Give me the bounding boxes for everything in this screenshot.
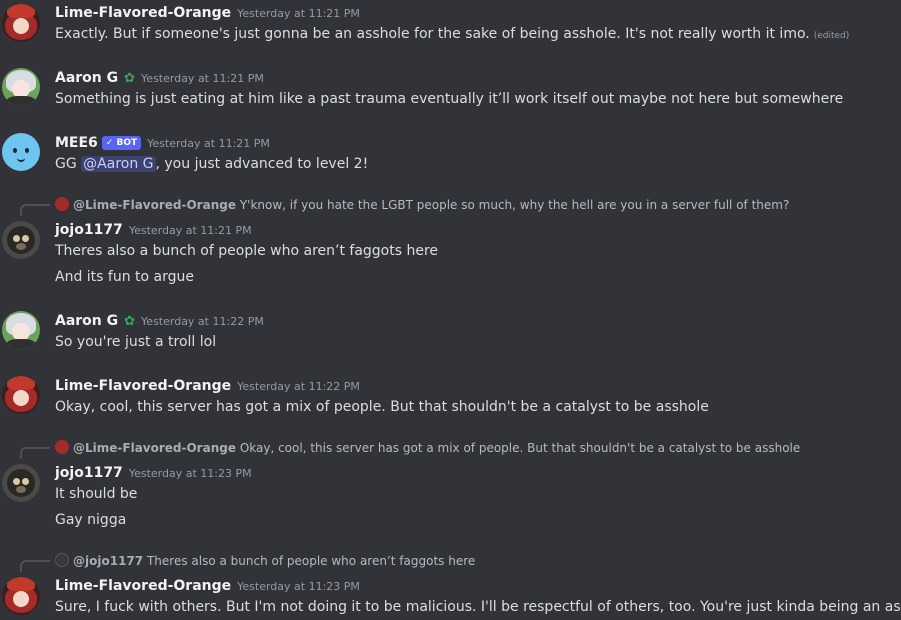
message-content: Gay nigga	[55, 512, 127, 528]
avatar[interactable]	[2, 221, 40, 259]
username[interactable]: jojo1177	[55, 222, 123, 238]
message-content: Something is just eating at him like a p…	[55, 91, 844, 107]
avatar[interactable]	[2, 311, 40, 349]
reply-preview[interactable]: @Lime-Flavored-Orange Y'know, if you hat…	[55, 197, 789, 213]
sprout-icon: ✿	[124, 71, 136, 86]
username[interactable]: MEE6	[55, 135, 98, 151]
username[interactable]: Aaron G	[55, 313, 118, 329]
avatar[interactable]	[2, 68, 40, 106]
timestamp: Yesterday at 11:21 PM	[141, 72, 264, 85]
timestamp: Yesterday at 11:22 PM	[237, 380, 360, 393]
user-mention[interactable]: @Aaron G	[81, 156, 156, 172]
message-text: It should be	[55, 485, 137, 503]
message-content: Theres also a bunch of people who aren’t…	[55, 243, 439, 259]
message-text: Okay, cool, this server has got a mix of…	[55, 398, 709, 416]
message-content: GG	[55, 156, 82, 172]
reply-spine	[20, 447, 50, 459]
username[interactable]: jojo1177	[55, 465, 123, 481]
reply-text: Theres also a bunch of people who aren’t…	[146, 554, 476, 568]
avatar[interactable]	[2, 133, 40, 171]
timestamp: Yesterday at 11:23 PM	[237, 580, 360, 593]
reply-avatar	[55, 553, 69, 567]
username[interactable]: Lime-Flavored-Orange	[55, 578, 231, 594]
username[interactable]: Aaron G	[55, 70, 118, 86]
timestamp: Yesterday at 11:21 PM	[237, 7, 360, 20]
reply-spine	[20, 560, 50, 572]
message-content: Exactly. But if someone's just gonna be …	[55, 26, 810, 42]
reply-preview[interactable]: @jojo1177 Theres also a bunch of people …	[55, 553, 475, 569]
avatar[interactable]	[2, 4, 40, 42]
message-text: So you're just a troll lol	[55, 333, 216, 351]
edited-label: (edited)	[813, 31, 850, 41]
timestamp: Yesterday at 11:23 PM	[128, 467, 252, 480]
message-text: GG @Aaron G, you just advanced to level …	[55, 155, 368, 173]
message-text: Something is just eating at him like a p…	[55, 90, 843, 108]
message-text: Gay nigga	[55, 511, 126, 529]
reply-text: Okay, cool, this server has got a mix of…	[239, 441, 801, 455]
message-content: And its fun to argue	[55, 269, 195, 285]
reply-author[interactable]: @Lime-Flavored-Orange	[73, 198, 236, 212]
timestamp: Yesterday at 11:21 PM	[147, 137, 270, 150]
username[interactable]: Lime-Flavored-Orange	[55, 378, 231, 394]
message-text: Exactly. But if someone's just gonna be …	[55, 25, 849, 45]
avatar[interactable]	[2, 376, 40, 414]
timestamp: Yesterday at 11:21 PM	[128, 224, 252, 237]
timestamp: Yesterday at 11:22 PM	[141, 315, 264, 328]
reply-author[interactable]: @Lime-Flavored-Orange	[73, 441, 236, 455]
avatar[interactable]	[2, 577, 40, 615]
bot-badge: ✓ BOT	[101, 136, 142, 150]
message-content: , you just advanced to level 2!	[155, 156, 369, 172]
username[interactable]: Lime-Flavored-Orange	[55, 5, 231, 21]
message-content: Okay, cool, this server has got a mix of…	[55, 399, 709, 415]
reply-avatar	[55, 440, 69, 454]
reply-text: Y'know, if you hate the LGBT people so m…	[239, 198, 790, 212]
reply-avatar	[55, 197, 69, 211]
message-content: So you're just a troll lol	[55, 334, 217, 350]
message-content: Sure, I fuck with others. But I'm not do…	[55, 599, 901, 615]
reply-preview[interactable]: @Lime-Flavored-Orange Okay, cool, this s…	[55, 440, 800, 456]
reply-spine	[20, 204, 50, 216]
message-text: Theres also a bunch of people who aren’t…	[55, 242, 438, 260]
reply-author[interactable]: @jojo1177	[73, 554, 143, 568]
message-text: And its fun to argue	[55, 268, 194, 286]
sprout-icon: ✿	[124, 314, 136, 329]
avatar[interactable]	[2, 464, 40, 502]
message-content: It should be	[55, 486, 138, 502]
message-text: Sure, I fuck with others. But I'm not do…	[55, 598, 901, 616]
